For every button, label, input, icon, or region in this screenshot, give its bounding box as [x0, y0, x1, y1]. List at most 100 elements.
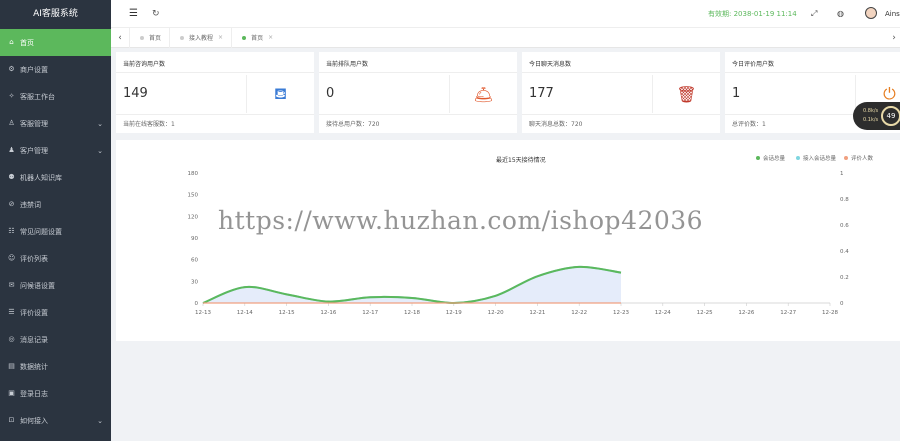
chevron-down-icon: ⌄ [97, 119, 103, 128]
sidebar-menu: ⌂ 首页 ⚙ 商户设置 ✧ 客服工作台 ♙ 客服管理 ⌄ ♟ 客户管理 ⌄ ⚉ 机器人知识库 ⊘ 违禁词 ☷ 常见… [0, 29, 111, 434]
x-tick-label: 12-16 [320, 310, 336, 316]
tab-0[interactable]: 首页 [129, 27, 169, 48]
top-header: ☰ ↻ 有效期: 2038-01-19 11:14 ⤢ ◍ Ainsl [111, 0, 900, 28]
tab-status-dot [180, 35, 185, 40]
card-footer: 接待总用户数：720 [326, 121, 380, 128]
trash-icon: 🗑 [652, 75, 720, 113]
y2-tick-label: 1 [840, 171, 844, 177]
x-tick-label: 12-24 [655, 310, 671, 316]
cup-icon: ⛾ [246, 75, 314, 113]
menu-toggle-icon[interactable]: ☰ [129, 8, 138, 19]
upload-speed: 0.8k/s [863, 108, 879, 114]
tab-label: 首页 [251, 35, 264, 42]
expire-info: 有效期: 2038-01-19 11:14 [708, 9, 797, 19]
app-logo: AI客服系统 [0, 0, 111, 29]
network-speed-widget[interactable]: 0.8k/s 0.1k/s 49 [853, 102, 900, 130]
y2-tick-label: 0.4 [840, 249, 849, 255]
sidebar-item-3[interactable]: ♙ 客服管理 ⌄ [0, 110, 111, 137]
sidebar-item-label: 机器人知识库 [20, 173, 62, 182]
x-tick-label: 12-22 [571, 310, 587, 316]
watermark-text: https://www.huzhan.com/ishop42036 [218, 206, 704, 235]
tabs-list: 首页 接入教程 × 首页 × [129, 27, 281, 48]
y-tick-label: 0 [195, 301, 199, 307]
globe-icon[interactable]: ◍ [837, 9, 844, 18]
card-value: 1 [732, 86, 741, 101]
x-tick-label: 12-26 [738, 310, 754, 316]
sidebar-item-10[interactable]: ☰ 评价设置 [0, 299, 111, 326]
tab-1[interactable]: 接入教程 × [169, 27, 231, 48]
user-icon: ♙ [8, 119, 15, 127]
sidebar-item-14[interactable]: ⊡ 如何接入 ⌄ [0, 407, 111, 434]
y2-tick-label: 0 [840, 301, 844, 307]
y-tick-label: 150 [188, 193, 199, 199]
sidebar-item-9[interactable]: ✉ 问候语设置 [0, 272, 111, 299]
sidebar-item-11[interactable]: ◎ 消息记录 [0, 326, 111, 353]
refresh-icon[interactable]: ↻ [152, 9, 160, 19]
rating-settings-icon: ☰ [8, 308, 15, 316]
log-icon: ▣ [8, 389, 15, 397]
sidebar-item-4[interactable]: ♟ 客户管理 ⌄ [0, 137, 111, 164]
card-divider [522, 72, 720, 73]
x-tick-label: 12-23 [613, 310, 629, 316]
tab-status-dot [140, 35, 144, 40]
expire-value: 2038-01-19 11:14 [733, 9, 797, 18]
sidebar-item-label: 消息记录 [20, 335, 48, 344]
x-tick-label: 12-13 [195, 310, 211, 316]
avatar[interactable] [865, 7, 877, 19]
sidebar-item-6[interactable]: ⊘ 违禁词 [0, 191, 111, 218]
x-tick-label: 12-14 [237, 310, 253, 316]
x-tick-label: 12-28 [822, 310, 838, 316]
x-tick-label: 12-17 [362, 310, 378, 316]
card-value: 177 [529, 86, 554, 101]
x-tick-label: 12-27 [780, 310, 796, 316]
sidebar-item-label: 数据统计 [20, 362, 48, 371]
sidebar-item-1[interactable]: ⚙ 商户设置 [0, 56, 111, 83]
message-icon: ◎ [8, 335, 15, 343]
expire-label: 有效期: [708, 9, 732, 18]
sidebar-item-7[interactable]: ☷ 常见问题设置 [0, 218, 111, 245]
close-icon[interactable]: × [268, 34, 273, 41]
sidebar-item-label: 违禁词 [20, 200, 41, 209]
tabs-scroll-right-icon[interactable]: › [888, 33, 900, 43]
x-tick-label: 12-21 [529, 310, 545, 316]
tabs-scroll-left-icon[interactable]: ‹ [111, 33, 129, 43]
users-icon: ♟ [8, 146, 15, 154]
sidebar-item-2[interactable]: ✧ 客服工作台 [0, 83, 111, 110]
sidebar-item-label: 首页 [20, 38, 34, 47]
rating-icon: ☺ [8, 254, 16, 262]
card-value: 149 [123, 86, 148, 101]
stats-icon: ▤ [8, 362, 15, 370]
sidebar-item-12[interactable]: ▤ 数据统计 [0, 353, 111, 380]
sidebar-item-label: 客户管理 [20, 146, 48, 155]
chart-svg: 0 30 60 90 120 150 180 0 0.2 0.4 0.6 0.8 1 12-13 12-14… [188, 171, 850, 316]
tab-status-dot [242, 35, 247, 40]
greeting-icon: ✉ [8, 281, 15, 289]
card-divider [319, 114, 517, 115]
card-divider [116, 72, 314, 73]
card-divider [319, 72, 517, 73]
username[interactable]: Ainsl [885, 10, 900, 18]
card-footer: 当前在线客服数：1 [123, 121, 175, 128]
card-title: 当前咨询用户数 [123, 61, 166, 68]
home-icon: ⌂ [9, 38, 14, 46]
sidebar: AI客服系统 ⌂ 首页 ⚙ 商户设置 ✧ 客服工作台 ♙ 客服管理 ⌄ ♟ 客户管理 ⌄ ⚉ 机器人知识库… [0, 0, 111, 441]
card-value: 0 [326, 86, 335, 101]
sidebar-item-label: 如何接入 [20, 416, 48, 425]
card-title: 今日评价用户数 [732, 61, 775, 68]
card-footer: 总评价数：1 [732, 121, 766, 128]
robot-icon: ⚉ [8, 173, 15, 181]
sidebar-item-13[interactable]: ▣ 登录日志 [0, 380, 111, 407]
workbench-icon: ✧ [8, 92, 15, 100]
chart-panel: 最近15天接待情况 会话总量 接入会话总量 评价人数 0 30 60 90 120 150 18… [116, 140, 900, 341]
sidebar-item-5[interactable]: ⚉ 机器人知识库 [0, 164, 111, 191]
sidebar-item-label: 客服管理 [20, 119, 48, 128]
chevron-down-icon: ⌄ [97, 416, 103, 425]
close-icon[interactable]: × [218, 34, 223, 41]
tab-2[interactable]: 首页 × [231, 27, 281, 48]
card-divider [116, 114, 314, 115]
sidebar-item-0[interactable]: ⌂ 首页 [0, 29, 111, 56]
sidebar-item-label: 评价列表 [20, 254, 48, 263]
sidebar-item-8[interactable]: ☺ 评价列表 [0, 245, 111, 272]
fullscreen-icon[interactable]: ⤢ [811, 9, 817, 19]
card-title: 今日聊天消息数 [529, 61, 572, 68]
